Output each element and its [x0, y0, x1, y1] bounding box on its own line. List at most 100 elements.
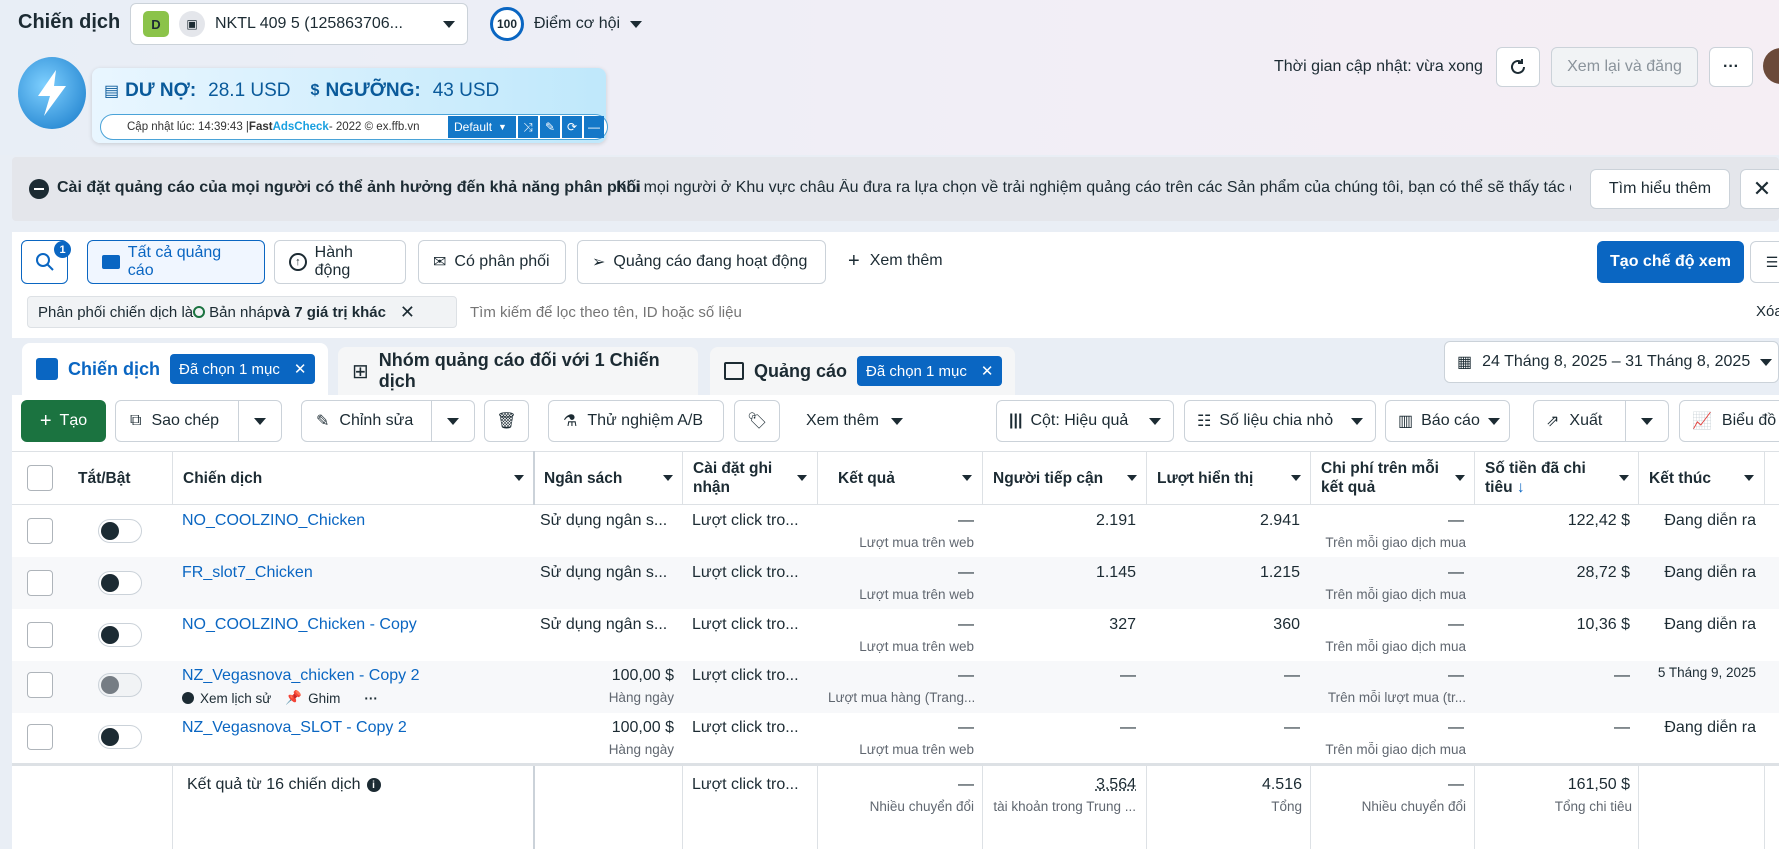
review-publish-button[interactable]: Xem lại và đăng: [1551, 47, 1698, 87]
breakdown-button[interactable]: ☷ Số liệu chia nhỏ: [1184, 400, 1376, 442]
ad-icon: [724, 362, 744, 380]
result-value: —: [958, 667, 974, 684]
adscheck-minimize-button[interactable]: —: [584, 116, 604, 138]
spent-value: 122,42 $: [1567, 512, 1630, 529]
row-checkbox[interactable]: [27, 622, 53, 648]
export-button[interactable]: ⇗ Xuất: [1533, 400, 1626, 442]
tab-campaigns[interactable]: Chiến dịch Đã chọn 1 mục ✕: [22, 343, 328, 395]
campaign-name-link[interactable]: NO_COOLZINO_Chicken: [182, 512, 365, 530]
account-selector[interactable]: D ▣ NKTL 409 5 (125863706...: [130, 3, 468, 45]
flask-icon: ⚗: [563, 413, 578, 430]
column-impressions[interactable]: Lượt hiển thị: [1147, 451, 1311, 505]
delete-button[interactable]: 🗑: [484, 400, 529, 442]
chip-value: Bản nháp: [209, 303, 274, 321]
select-all-checkbox[interactable]: [27, 465, 53, 491]
adscheck-shuffle-button[interactable]: ⤨: [518, 116, 538, 138]
summary-reach-subtext: tài khoản trong Trung ...: [993, 799, 1136, 814]
copy-button[interactable]: ⧉ Sao chép: [115, 400, 239, 442]
create-view-button[interactable]: Tạo chế độ xem: [1597, 241, 1744, 283]
sliders-icon: ☰: [1765, 253, 1779, 270]
campaign-toggle[interactable]: [98, 673, 142, 697]
info-icon[interactable]: i: [366, 778, 381, 792]
refresh-button[interactable]: [1496, 47, 1540, 87]
column-amount-spent[interactable]: Số tiền đã chi tiêu ↓: [1475, 451, 1639, 505]
create-button[interactable]: + Tạo: [21, 400, 106, 442]
more-icon[interactable]: ···: [364, 691, 378, 706]
close-icon[interactable]: ✕: [981, 362, 994, 380]
brand-name: AdsCheck: [272, 121, 329, 133]
column-attribution[interactable]: Cài đặt ghi nhận: [683, 451, 817, 505]
copy-dropdown[interactable]: [238, 400, 282, 442]
edit-button[interactable]: ✎ Chỉnh sửa: [301, 400, 432, 442]
close-icon[interactable]: ✕: [294, 360, 307, 378]
refresh-icon: [1511, 59, 1525, 74]
learn-more-button[interactable]: Tìm hiểu thêm: [1590, 169, 1730, 209]
toolbar-more[interactable]: Xem thêm: [806, 412, 903, 430]
view-history-link[interactable]: Xem lịch sử: [200, 691, 271, 706]
adscheck-edit-button[interactable]: ✎: [540, 116, 560, 138]
chevron-down-icon: [962, 475, 972, 481]
create-label: Tạo: [59, 412, 88, 429]
adscheck-mode-select[interactable]: Default ▼: [448, 116, 516, 138]
column-reach[interactable]: Người tiếp cận: [983, 451, 1147, 505]
account-badge: D: [143, 11, 169, 37]
campaign-toggle[interactable]: [98, 725, 142, 749]
envelope-icon: ✉: [433, 254, 447, 271]
column-end[interactable]: Kết thúc: [1639, 451, 1764, 505]
column-results[interactable]: Kết quả: [828, 451, 982, 505]
clear-search-link[interactable]: Xóa: [1756, 303, 1779, 320]
summary-result: —: [958, 776, 974, 793]
column-cost-per-result[interactable]: Chi phí trên mỗi kết quả: [1311, 451, 1475, 505]
column-label: Cài đặt ghi nhận: [693, 460, 773, 496]
columns-button[interactable]: ||| Cột: Hiệu quả: [996, 400, 1174, 442]
column-toggle[interactable]: Tắt/Bật: [68, 451, 172, 505]
column-campaign[interactable]: Chiến dịch: [173, 451, 534, 505]
adscheck-refresh-button[interactable]: ⟳: [562, 116, 582, 138]
tab-active-ads-label: Quảng cáo đang hoạt động: [613, 253, 808, 270]
pin-link[interactable]: Ghim: [308, 691, 340, 706]
budget-value: Sử dụng ngân s...: [540, 512, 668, 529]
campaign-toggle[interactable]: [98, 571, 142, 595]
campaign-toggle[interactable]: [98, 623, 142, 647]
selected-chip[interactable]: Đã chọn 1 mục ✕: [857, 356, 1003, 386]
export-dropdown[interactable]: [1625, 400, 1669, 442]
tab-adsets[interactable]: ⊞ Nhóm quảng cáo đối với 1 Chiến dịch: [338, 347, 698, 395]
campaign-name-link[interactable]: FR_slot7_Chicken: [182, 564, 313, 582]
tab-active-ads[interactable]: ➢ Quảng cáo đang hoạt động: [577, 240, 826, 284]
settings-button[interactable]: ☰: [1750, 241, 1779, 283]
filter-chip[interactable]: Phân phối chiến dịch là Bản nháp và 7 gi…: [27, 296, 457, 328]
more-options-button[interactable]: ···: [1709, 47, 1753, 87]
campaign-name-link[interactable]: NO_COOLZINO_Chicken - Copy: [182, 616, 417, 634]
close-icon[interactable]: ✕: [400, 302, 415, 323]
column-budget[interactable]: Ngân sách: [534, 451, 683, 505]
chevron-down-icon: [1127, 475, 1137, 481]
edit-dropdown[interactable]: [431, 400, 475, 442]
campaign-name-link[interactable]: NZ_Vegasnova_chicken - Copy 2: [182, 667, 419, 685]
ab-test-button[interactable]: ⚗ Thử nghiệm A/B: [548, 400, 724, 442]
row-checkbox[interactable]: [27, 724, 53, 750]
reports-button[interactable]: ▥ Báo cáo: [1385, 400, 1510, 442]
tab-ads[interactable]: Quảng cáo Đã chọn 1 mục ✕: [710, 347, 1015, 395]
date-range-picker[interactable]: ▦ 24 Tháng 8, 2025 – 31 Tháng 8, 2025: [1444, 341, 1779, 383]
row-checkbox[interactable]: [27, 570, 53, 596]
opportunity-score[interactable]: 100 Điểm cơ hội: [490, 7, 643, 41]
row-checkbox[interactable]: [27, 518, 53, 544]
search-count-badge: 1: [54, 241, 71, 258]
see-more-filters[interactable]: + Xem thêm: [848, 251, 943, 271]
summary-cpr: —: [1448, 776, 1464, 793]
tab-actions[interactable]: ↑ Hành động: [274, 240, 406, 284]
edit-icon: ✎: [544, 120, 556, 134]
tab-delivering[interactable]: ✉ Có phân phối: [418, 240, 566, 284]
impressions-value: 1.215: [1259, 564, 1300, 581]
summary-impressions: 4.516: [1261, 776, 1302, 793]
result-subtext: Lượt mua trên web: [859, 742, 974, 757]
campaign-name-link[interactable]: NZ_Vegasnova_SLOT - Copy 2: [182, 719, 407, 737]
chart-button[interactable]: 📈 Biểu đồ: [1679, 400, 1779, 442]
close-notice-button[interactable]: ✕: [1740, 169, 1779, 209]
campaign-toggle[interactable]: [98, 519, 142, 543]
tag-button[interactable]: 🏷: [734, 400, 780, 442]
selected-chip[interactable]: Đã chọn 1 mục ✕: [170, 354, 316, 384]
search-input[interactable]: [470, 296, 1670, 328]
row-checkbox[interactable]: [27, 672, 53, 698]
tab-all-ads[interactable]: Tất cả quảng cáo: [87, 240, 265, 284]
